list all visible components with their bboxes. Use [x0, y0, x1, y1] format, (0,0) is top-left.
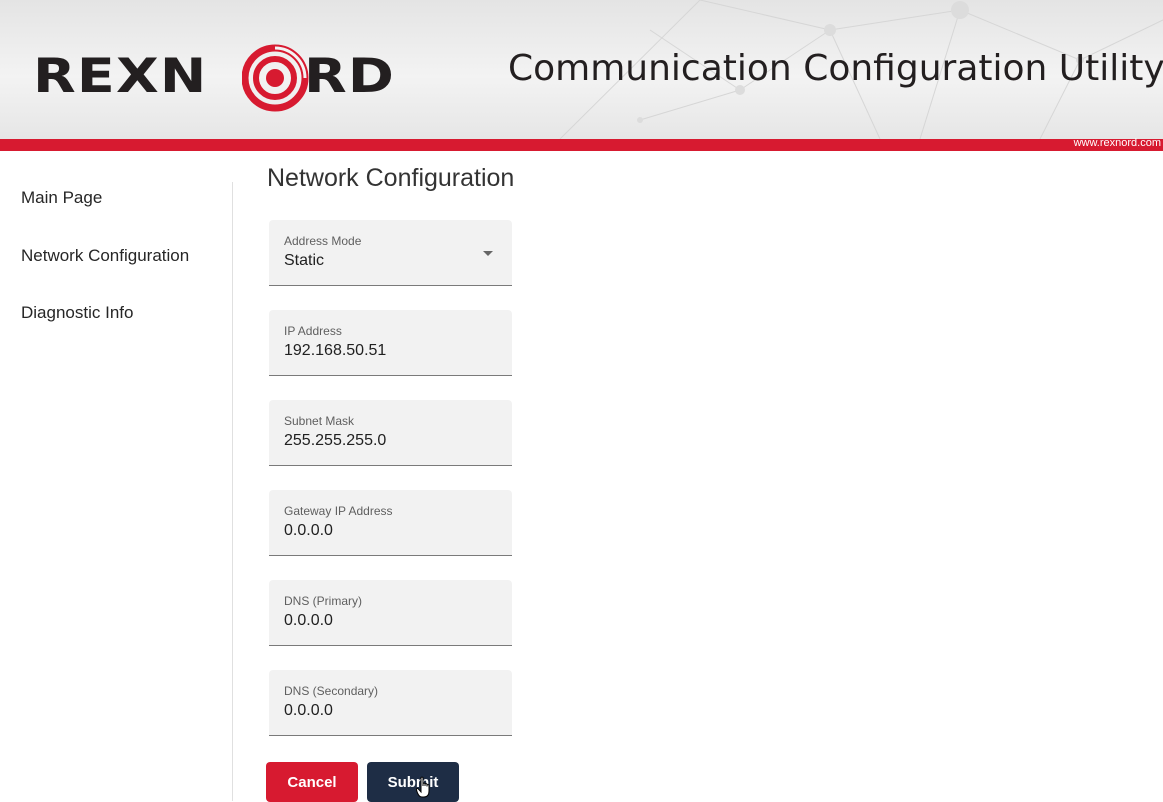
header-banner: REXN RD Communication Configuration Util…: [0, 0, 1163, 139]
address-mode-select[interactable]: Address Mode Static: [269, 220, 512, 286]
dns-primary-input[interactable]: [284, 612, 484, 630]
gateway-ip-field[interactable]: Gateway IP Address: [269, 490, 512, 556]
logo-text-right: RD: [304, 49, 396, 104]
gateway-ip-label: Gateway IP Address: [284, 504, 393, 518]
subnet-mask-input[interactable]: [284, 432, 484, 450]
logo-rings-icon: [242, 44, 309, 112]
cancel-button[interactable]: Cancel: [266, 762, 358, 802]
ip-address-input[interactable]: [284, 342, 484, 360]
sidebar-item-network-configuration[interactable]: Network Configuration: [21, 246, 189, 266]
ip-address-label: IP Address: [284, 324, 342, 338]
dns-secondary-field[interactable]: DNS (Secondary): [269, 670, 512, 736]
address-mode-value[interactable]: Static: [284, 252, 484, 270]
ip-address-field[interactable]: IP Address: [269, 310, 512, 376]
hand-pointer-icon: [416, 776, 430, 798]
dns-secondary-input[interactable]: [284, 702, 484, 720]
sidebar-item-main-page[interactable]: Main Page: [21, 188, 102, 208]
sidebar-divider: [232, 182, 233, 801]
chevron-down-icon[interactable]: [483, 251, 493, 256]
gateway-ip-input[interactable]: [284, 522, 484, 540]
logo-text-left: REXN: [33, 49, 208, 104]
submit-button[interactable]: Submit: [367, 762, 459, 802]
site-url[interactable]: www.rexnord.com: [1068, 136, 1163, 150]
dns-secondary-label: DNS (Secondary): [284, 684, 379, 698]
subnet-mask-field[interactable]: Subnet Mask: [269, 400, 512, 466]
sidebar: Main Page Network Configuration Diagnost…: [0, 151, 232, 801]
dns-primary-field[interactable]: DNS (Primary): [269, 580, 512, 646]
address-mode-label: Address Mode: [284, 234, 362, 248]
page-title: Network Configuration: [267, 164, 515, 192]
subnet-mask-label: Subnet Mask: [284, 414, 355, 428]
sidebar-item-diagnostic-info[interactable]: Diagnostic Info: [21, 303, 133, 323]
dns-primary-label: DNS (Primary): [284, 594, 362, 608]
header-red-bar: [0, 139, 1163, 151]
app-title: Communication Configuration Utility: [508, 48, 1163, 89]
